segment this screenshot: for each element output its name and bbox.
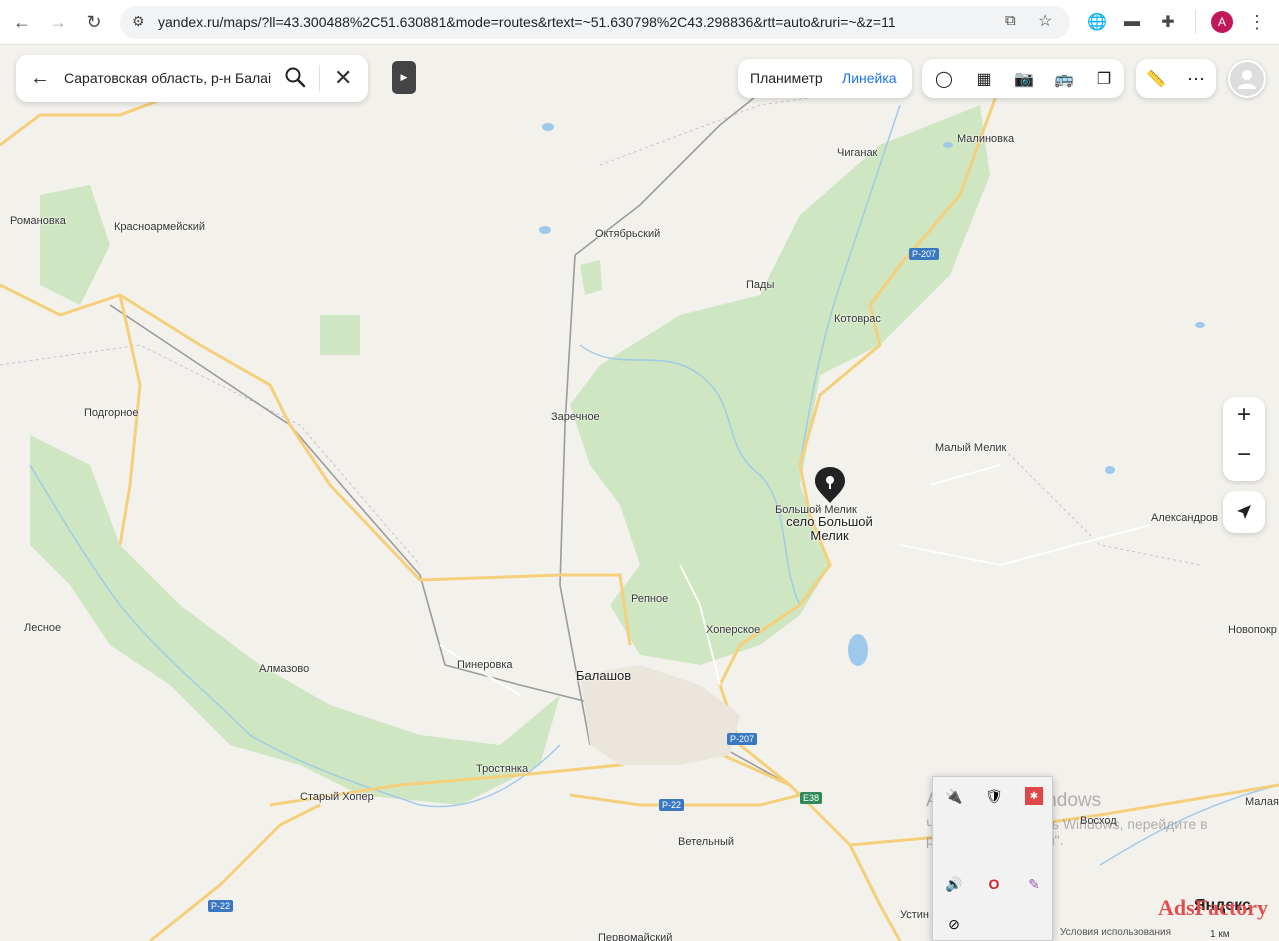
more-icon[interactable]: ⋯ <box>1184 67 1208 91</box>
locate-arrow-icon <box>1237 505 1251 519</box>
planimeter-button[interactable]: Планиметр <box>750 70 823 86</box>
zoom-in-button[interactable]: + <box>1223 401 1265 437</box>
zoom-out-button[interactable]: − <box>1223 441 1265 477</box>
reload-icon[interactable]: ↻ <box>82 10 106 34</box>
label-kotovras[interactable]: Котоврас <box>834 313 881 325</box>
route-search-panel: ← Саратовская область, р-н Балаі ✕ <box>16 55 368 102</box>
forward-arrow-icon[interactable]: → <box>46 10 70 34</box>
location-pin-icon[interactable] <box>813 465 847 510</box>
label-hoperskoe[interactable]: Хоперское <box>706 624 760 636</box>
label-pervomaisky[interactable]: Первомайский <box>598 932 672 941</box>
label-malinovka[interactable]: Малиновка <box>957 133 1014 145</box>
road-badge-e38: E38 <box>800 792 823 804</box>
label-almazovo[interactable]: Алмазово <box>259 663 309 675</box>
panorama-icon[interactable]: ◯ <box>932 67 956 91</box>
label-pady[interactable]: Пады <box>746 279 774 291</box>
road-badge-r22: Р-22 <box>208 900 234 912</box>
ruler-icon[interactable]: 📏 <box>1144 67 1168 91</box>
address-bar[interactable]: ⚙ yandex.ru/maps/?ll=43.300488%2C51.6308… <box>120 6 1070 39</box>
label-romanovka[interactable]: Романовка <box>10 215 66 227</box>
extension-hat-icon[interactable]: ▬ <box>1121 11 1143 33</box>
opera-icon[interactable]: O <box>985 875 1003 893</box>
security-shield-icon[interactable]: 🛡 <box>985 787 1003 805</box>
system-tray-popup: 🔌 🛡 ✱ 🔊 O ✎ ⊘ <box>932 776 1053 941</box>
toolbar-divider <box>1195 10 1196 34</box>
my-location-button[interactable] <box>1223 491 1265 533</box>
label-balashov[interactable]: Балашов <box>576 668 631 683</box>
app-tray-icon[interactable]: ✱ <box>1025 787 1043 805</box>
install-app-icon[interactable]: ⧉ <box>1005 12 1016 29</box>
extension-vpn-icon[interactable]: 🌐 <box>1086 11 1108 33</box>
transport-bus-icon[interactable]: 🚌 <box>1052 67 1076 91</box>
label-novopokr[interactable]: Новопокр <box>1228 624 1277 636</box>
road-badge-r207: Р-207 <box>727 733 758 745</box>
photo-camera-icon[interactable]: 📷 <box>1012 67 1036 91</box>
measure-tools-panel: Планиметр Линейка <box>738 59 912 98</box>
label-stary-hoper[interactable]: Старый Хопер <box>300 791 374 803</box>
label-podgornoe[interactable]: Подгорное <box>84 407 139 419</box>
profile-avatar[interactable]: A <box>1211 11 1233 33</box>
network-warning-icon[interactable]: ⊘ <box>945 915 963 933</box>
browser-menu-icon[interactable]: ⋮ <box>1246 11 1268 33</box>
label-repnoe[interactable]: Репное <box>631 593 668 605</box>
bookmark-star-icon[interactable]: ☆ <box>1038 11 1052 31</box>
map-layers-panel: ◯ ▦ 📷 🚌 ❐ <box>922 59 1124 98</box>
back-arrow-icon[interactable]: ← <box>10 10 34 34</box>
extensions-puzzle-icon[interactable]: ✚ <box>1157 11 1179 33</box>
terms-link[interactable]: Условия использования <box>1060 927 1171 938</box>
label-maly-melik[interactable]: Малый Мелик <box>935 442 1006 454</box>
divider <box>319 65 320 92</box>
road-badge-r22: Р-22 <box>659 799 685 811</box>
scale-label: 1 км <box>1210 929 1230 940</box>
road-badge-r207: Р-207 <box>909 248 940 260</box>
label-malaya[interactable]: Малая <box>1245 796 1279 808</box>
back-arrow-icon[interactable]: ← <box>30 67 50 90</box>
zoom-controls: + − <box>1223 397 1265 481</box>
extra-tools-panel: 📏 ⋯ <box>1136 59 1216 98</box>
volume-icon[interactable]: 🔊 <box>945 875 963 893</box>
pen-icon[interactable]: ✎ <box>1025 875 1043 893</box>
label-aleksandrov[interactable]: Александров <box>1151 512 1218 524</box>
label-pinerovka[interactable]: Пинеровка <box>457 659 513 671</box>
url-text: yandex.ru/maps/?ll=43.300488%2C51.630881… <box>158 14 896 30</box>
close-icon[interactable]: ✕ <box>334 65 352 91</box>
layers-icon[interactable]: ❐ <box>1092 67 1116 91</box>
ruler-button[interactable]: Линейка <box>842 70 897 86</box>
label-trostyanka[interactable]: Тростянка <box>476 763 528 775</box>
label-vetelny[interactable]: Ветельный <box>678 836 734 848</box>
label-chiganak[interactable]: Чиганак <box>837 147 877 159</box>
adsfactory-watermark: AdsFactory <box>1158 895 1268 920</box>
label-krasnoarmeisky[interactable]: Красноармейский <box>114 221 205 233</box>
label-zarechnoe[interactable]: Заречное <box>551 411 600 423</box>
label-ustin[interactable]: Устин <box>900 909 929 921</box>
map-book-icon[interactable]: ▦ <box>972 67 996 91</box>
site-info-icon[interactable]: ⚙ <box>132 13 145 30</box>
browser-toolbar: ← → ↻ ⚙ yandex.ru/maps/?ll=43.300488%2C5… <box>0 0 1279 45</box>
label-oktyabrsky[interactable]: Октябрьский <box>595 228 660 240</box>
pin-place-label: село Большой Мелик <box>786 514 873 543</box>
usb-icon[interactable]: 🔌 <box>945 787 963 805</box>
search-icon[interactable] <box>284 66 306 88</box>
label-lesnoe[interactable]: Лесное <box>24 622 61 634</box>
user-avatar[interactable] <box>1228 60 1266 98</box>
collapse-panel-button[interactable]: ▶ <box>392 61 416 94</box>
search-input[interactable]: Саратовская область, р-н Балаі <box>64 70 274 86</box>
